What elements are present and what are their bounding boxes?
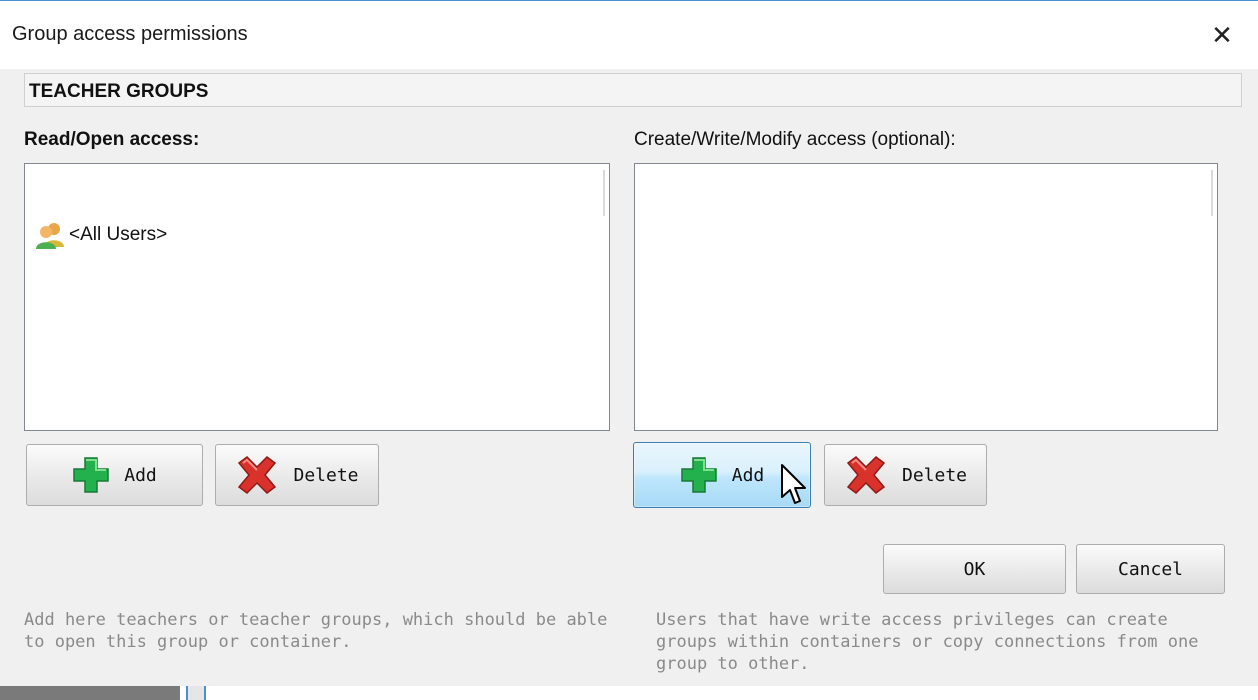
delete-x-icon xyxy=(844,455,888,495)
read-delete-button[interactable]: Delete xyxy=(215,444,379,506)
write-delete-button[interactable]: Delete xyxy=(824,444,987,506)
add-button-label: Add xyxy=(731,464,765,486)
title-bar: Group access permissions ✕ xyxy=(0,1,1258,69)
read-access-help-text: Add here teachers or teacher groups, whi… xyxy=(24,610,608,652)
section-title: TEACHER GROUPS xyxy=(29,81,209,102)
scrollbar[interactable] xyxy=(603,170,605,216)
dialog-title: Group access permissions xyxy=(12,23,248,45)
group-access-permissions-dialog: Group access permissions ✕ TEACHER GROUP… xyxy=(0,0,1258,686)
scrollbar[interactable] xyxy=(1211,170,1213,216)
mouse-cursor-icon xyxy=(781,464,806,504)
read-add-button[interactable]: Add xyxy=(26,444,203,506)
ok-button[interactable]: OK xyxy=(883,544,1066,594)
close-icon[interactable]: ✕ xyxy=(1202,17,1242,53)
add-button-label: Add xyxy=(124,464,157,486)
background-panel xyxy=(0,686,180,700)
users-group-icon xyxy=(36,223,64,249)
section-header: TEACHER GROUPS xyxy=(24,73,1242,107)
add-plus-icon xyxy=(72,456,110,494)
background-divider xyxy=(186,686,206,700)
read-access-label: Read/Open access: xyxy=(24,129,200,150)
list-item[interactable]: <All Users> xyxy=(35,220,167,250)
write-access-label: Create/Write/Modify access (optional): xyxy=(634,129,956,150)
ok-button-label: OK xyxy=(963,558,986,580)
list-item-label: <All Users> xyxy=(69,224,168,245)
cancel-button-label: Cancel xyxy=(1117,558,1184,580)
delete-x-icon xyxy=(235,455,279,495)
read-access-list[interactable]: <All Users> xyxy=(24,163,610,431)
add-plus-icon xyxy=(680,456,718,494)
write-access-list[interactable] xyxy=(634,163,1218,431)
cancel-button[interactable]: Cancel xyxy=(1076,544,1225,594)
write-access-help-text: Users that have write access privileges … xyxy=(656,610,1199,674)
delete-button-label: Delete xyxy=(293,464,359,486)
delete-button-label: Delete xyxy=(901,464,968,486)
